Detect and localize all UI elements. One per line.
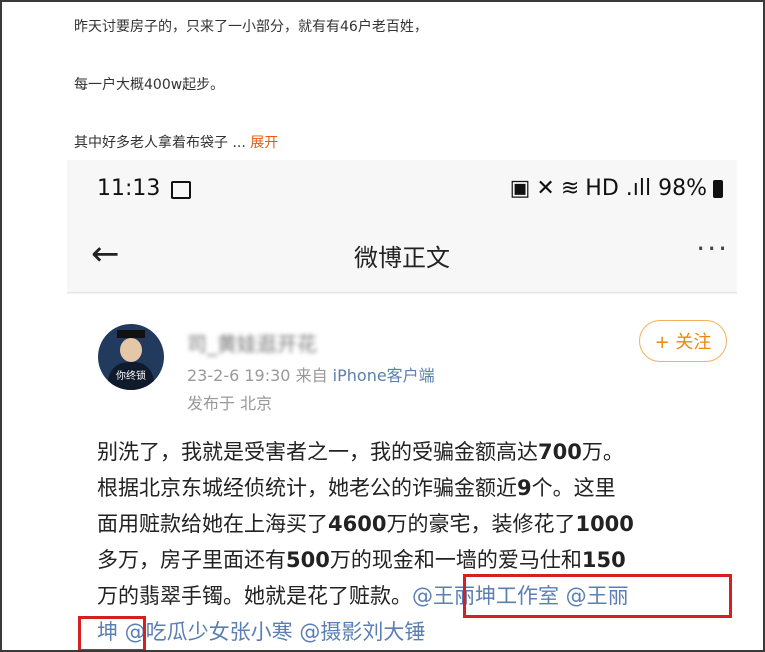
page-title: 微博正文 — [354, 244, 450, 272]
body-line-1: 别洗了，我就是受害者之一，我的受骗金额高达700万。 — [97, 436, 624, 466]
body-text: 万的翡翠手镯。她就是花了赃款。 — [97, 584, 412, 608]
status-icons: ▣ ✕ ≋ HD .ıll 98% — [510, 176, 723, 201]
body-number: 700 — [538, 440, 582, 464]
post-date: 23-2-6 19:30 — [187, 366, 291, 385]
avatar[interactable]: 你终锁 — [98, 324, 164, 390]
username[interactable]: 司_黄娃逛开花 — [187, 328, 317, 357]
face-shape — [120, 338, 142, 362]
wifi-icon: ≋ — [560, 176, 580, 201]
battery-icon — [713, 179, 723, 198]
post-text-line-1: 昨天讨要房子的，只来了一小部分，就有有46户老百姓， — [74, 19, 428, 35]
expand-link[interactable]: 展开 — [250, 135, 278, 151]
image-icon — [171, 181, 191, 199]
body-number: 1000 — [575, 512, 634, 536]
status-right-text: HD .ıll 98% — [585, 176, 707, 201]
status-bar: 11:13 ▣ ✕ ≋ HD .ıll 98% — [67, 160, 737, 220]
status-time: 11:13 — [97, 176, 161, 201]
screenshot-frame: 昨天讨要房子的，只来了一小部分，就有有46户老百姓， 每一户大概400w起步。 … — [0, 0, 765, 652]
body-number: 150 — [581, 548, 626, 572]
body-text: 万的豪宅，装修花了 — [386, 512, 576, 536]
body-line-4: 多万，房子里面还有500万的现金和一墙的爱马仕和150 — [97, 544, 626, 574]
body-text: 多万，房子里面还有 — [97, 548, 286, 572]
more-options-icon[interactable]: ··· — [696, 232, 729, 265]
body-number: 4600 — [328, 512, 387, 536]
title-bar: ← 微博正文 ··· — [67, 220, 737, 293]
mention-link[interactable]: @吃瓜少女张小寒 @摄影刘大锤 — [118, 620, 426, 644]
post-source[interactable]: iPhone客户端 — [333, 366, 435, 385]
post-from: 来自 — [295, 366, 328, 385]
body-text: 根据北京东城经侦统计，她老公的诈骗金额近 — [97, 476, 517, 500]
post-meta: 23-2-6 19:30 来自 iPhone客户端 — [187, 362, 435, 386]
body-text: 面用赃款给她在上海买了 — [97, 512, 328, 536]
body-text: 个。这里 — [531, 476, 616, 500]
body-line-3: 面用赃款给她在上海买了4600万的豪宅，装修花了1000 — [97, 508, 634, 538]
post-text-line-2: 每一户大概400w起步。 — [74, 77, 225, 93]
follow-button[interactable]: + 关注 — [639, 320, 727, 362]
post-location: 发布于 北京 — [187, 394, 273, 413]
body-number: 500 — [286, 548, 330, 572]
graduation-cap-shape — [117, 330, 145, 338]
body-text: 别洗了，我就是受害者之一，我的受骗金额高达 — [97, 440, 538, 464]
post-text-line-3-content: 其中好多老人拿着布袋子 ... — [74, 135, 246, 151]
mute-icon: ✕ — [536, 176, 555, 201]
battery-saver-icon: ▣ — [509, 176, 531, 201]
avatar-label: 你终锁 — [116, 371, 146, 382]
post-text-line-3: 其中好多老人拿着布袋子 ... 展开 — [74, 132, 278, 152]
body-line-2: 根据北京东城经侦统计，她老公的诈骗金额近9个。这里 — [97, 472, 616, 502]
body-text: 万。 — [581, 440, 624, 464]
red-highlight-box-1 — [463, 574, 732, 618]
red-highlight-box-2 — [78, 616, 146, 650]
body-number: 9 — [517, 476, 532, 500]
body-text: 万的现金和一墙的爱马仕和 — [329, 548, 582, 572]
body-line-6: 坤 @吃瓜少女张小寒 @摄影刘大锤 — [97, 616, 425, 646]
